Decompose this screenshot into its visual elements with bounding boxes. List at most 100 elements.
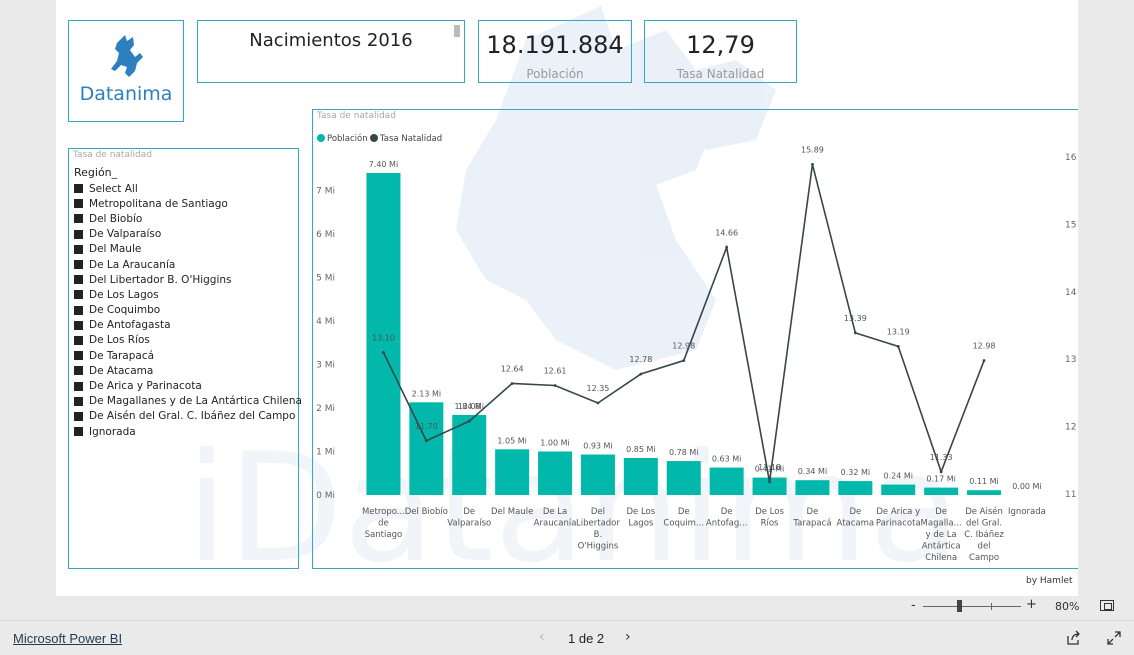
y-left-tick-label: 1 Mi (316, 447, 335, 457)
checkbox-icon[interactable] (74, 260, 83, 270)
fullscreen-icon[interactable] (1106, 630, 1122, 646)
bar-data-label: 0.78 Mi (669, 448, 698, 457)
slicer-item[interactable]: De Arica y Parinacota (74, 378, 298, 393)
zoom-slider-tick (991, 603, 992, 610)
fit-to-page-button[interactable] (1100, 600, 1114, 611)
line-point-birth-rate (768, 480, 771, 484)
line-point-birth-rate (811, 163, 814, 166)
checkbox-icon[interactable] (74, 411, 83, 421)
slicer-item[interactable]: De Antofagasta (74, 318, 298, 333)
line-data-label: 11.18 (758, 463, 781, 472)
slicer-item[interactable]: De Los Ríos (74, 333, 298, 348)
logo-text: Datanima (79, 83, 173, 105)
bar-data-label: 0.00 Mi (1012, 482, 1041, 491)
slicer-item[interactable]: Select All (74, 181, 298, 196)
bar-population (495, 449, 530, 495)
slicer-item-label: De La Araucanía (89, 258, 176, 271)
next-page-button[interactable]: › (625, 629, 631, 645)
previous-page-button[interactable]: ‹ (539, 629, 545, 645)
bar-population (666, 461, 701, 495)
slicer-item[interactable]: Del Maule (74, 242, 298, 257)
page-title: Nacimientos 2016 (249, 30, 413, 51)
line-data-label: 12.64 (501, 364, 524, 373)
bar-data-label: 1.00 Mi (540, 438, 569, 447)
x-tick-label: Valparaíso (447, 519, 491, 529)
bar-population (538, 451, 573, 495)
bar-data-label: 0.63 Mi (712, 455, 741, 464)
checkbox-icon[interactable] (74, 305, 83, 315)
x-tick-label: De (463, 507, 475, 517)
checkbox-icon[interactable] (74, 244, 83, 254)
y-left-tick-label: 5 Mi (316, 273, 335, 283)
checkbox-icon[interactable] (74, 381, 83, 391)
checkbox-icon[interactable] (74, 351, 83, 361)
slicer-item[interactable]: Del Biobío (74, 211, 298, 226)
checkbox-icon[interactable] (74, 275, 83, 285)
x-tick-label: De La (543, 507, 567, 517)
legend-label-population: Población (327, 133, 368, 144)
slicer-item[interactable]: De Los Lagos (74, 287, 298, 302)
slicer-item-label: Select All (89, 182, 138, 195)
line-point-birth-rate (596, 401, 600, 405)
slicer-item[interactable]: De Atacama (74, 363, 298, 378)
line-point-birth-rate (424, 439, 428, 443)
slicer-item[interactable]: De Aisén del Gral. C. Ibáñez del Campo (74, 409, 298, 424)
share-icon[interactable] (1066, 630, 1082, 646)
slicer-item-label: Ignorada (89, 425, 136, 438)
x-tick-label: De (849, 507, 861, 517)
line-point-birth-rate (639, 372, 643, 376)
title-scrollbar[interactable] (454, 25, 460, 37)
x-tick-label: Parinacota (876, 519, 921, 529)
x-tick-label: Antártica (922, 542, 961, 552)
x-tick-label: Ignorada (1008, 507, 1046, 517)
checkbox-icon[interactable] (74, 335, 83, 345)
legend-marker-birth-rate (370, 134, 378, 142)
x-tick-label: Del Maule (491, 507, 533, 517)
x-tick-label: De (678, 507, 690, 517)
x-tick-label: del Gral. (966, 519, 1002, 529)
line-point-birth-rate (939, 470, 943, 474)
bar-data-label: 0.34 Mi (798, 467, 827, 476)
checkbox-icon[interactable] (74, 184, 83, 194)
slicer-item[interactable]: Ignorada (74, 424, 298, 439)
title-card: Nacimientos 2016 (197, 20, 465, 83)
x-tick-label: Tarapacá (792, 519, 831, 529)
slicer-item[interactable]: De Magallanes y de La Antártica Chilena (74, 394, 302, 409)
slicer-item[interactable]: De Coquimbo (74, 303, 298, 318)
zoom-slider-track[interactable] (923, 606, 1021, 607)
bar-data-label: 0.32 Mi (841, 468, 870, 477)
zoom-out-button[interactable]: - (911, 598, 916, 613)
y-right-tick-label: 15 (1065, 220, 1076, 230)
combo-chart-card: Población Tasa Natalidad 0 Mi 1 Mi 2 Mi 3 Mi 4… (312, 109, 1078, 569)
checkbox-icon[interactable] (74, 427, 83, 437)
zoom-slider-thumb[interactable] (957, 600, 962, 612)
checkbox-icon[interactable] (74, 199, 83, 209)
slicer-item[interactable]: De Tarapacá (74, 348, 298, 363)
y-right-tick-label: 14 (1065, 288, 1077, 298)
checkbox-icon[interactable] (74, 229, 83, 239)
logo-card: Datanima (68, 20, 184, 122)
zoom-in-button[interactable]: + (1026, 597, 1037, 612)
x-tick-label: de (378, 519, 389, 529)
x-tick-label: Chilena (925, 553, 957, 563)
x-tick-label: Campo (969, 553, 999, 563)
y-right-tick-label: 11 (1065, 490, 1076, 500)
slicer-item[interactable]: De Valparaíso (74, 227, 298, 242)
slicer-item[interactable]: Metropolitana de Santiago (74, 196, 298, 211)
slicer-item[interactable]: De La Araucanía (74, 257, 298, 272)
x-tick-label: Magalla... (921, 519, 962, 529)
checkbox-icon[interactable] (74, 214, 83, 224)
kpi-birth-rate-label: Tasa Natalidad (676, 67, 765, 81)
slicer-item[interactable]: Del Libertador B. O'Higgins (74, 272, 298, 287)
kpi-card-population: 18.191.884 Población (478, 20, 632, 83)
checkbox-icon[interactable] (74, 290, 83, 300)
bar-data-label: 7.40 Mi (369, 160, 398, 169)
bar-population (967, 490, 1002, 495)
powerbi-link[interactable]: Microsoft Power BI (13, 631, 122, 646)
checkbox-icon[interactable] (74, 396, 83, 406)
bar-population (838, 481, 873, 495)
checkbox-icon[interactable] (74, 320, 83, 330)
x-tick-label: y de La (926, 530, 957, 540)
checkbox-icon[interactable] (74, 366, 83, 376)
kpi-population-label: Población (526, 67, 584, 81)
